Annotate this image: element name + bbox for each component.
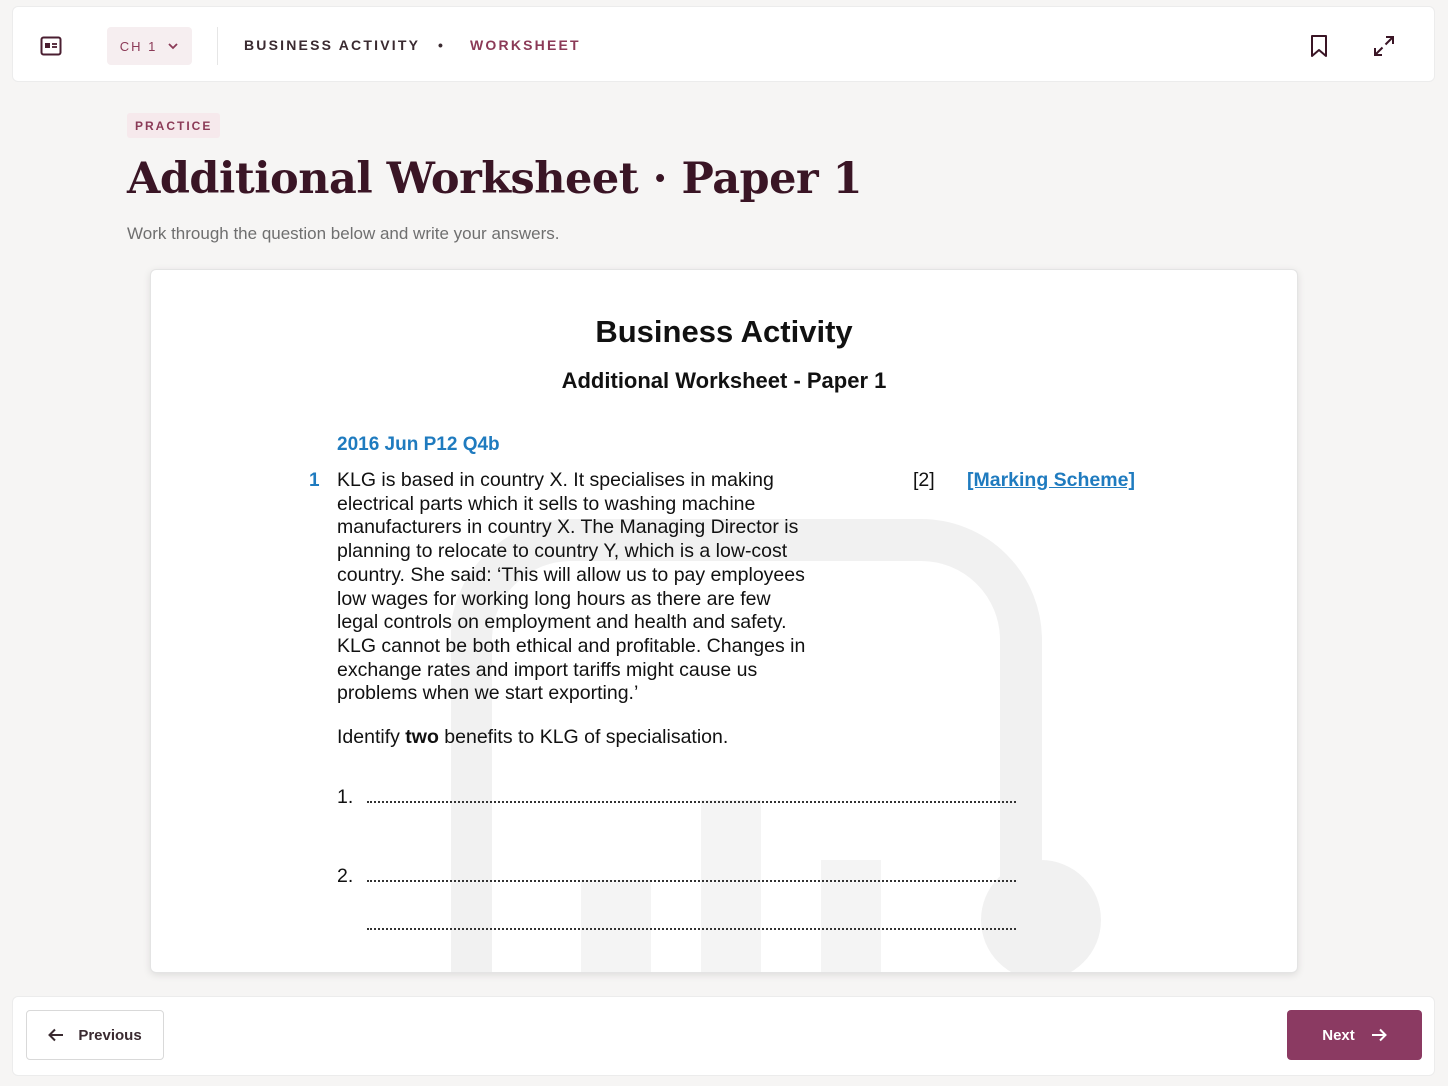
chapter-label: CH 1 [119, 38, 158, 54]
question-text: KLG is based in country X. It specialise… [337, 469, 806, 705]
question-reference: 2016 Jun P12 Q4b [337, 434, 500, 455]
breadcrumb-subject[interactable]: BUSINESS ACTIVITY [244, 37, 420, 53]
arrow-right-icon [1371, 1028, 1387, 1042]
expand-icon [1374, 36, 1394, 56]
bookmark-icon [1311, 35, 1327, 57]
question-prompt: Identify two benefits to KLG of speciali… [337, 726, 728, 749]
bookmark-button[interactable] [1304, 31, 1334, 61]
chapter-select[interactable]: CH 1 [107, 27, 192, 65]
sidebar-icon [40, 36, 62, 56]
page-subtitle: Work through the question below and writ… [127, 224, 560, 243]
sidebar-toggle-button[interactable] [39, 35, 63, 57]
header-divider [217, 27, 218, 65]
breadcrumb-separator: • [438, 37, 446, 53]
next-label: Next [1322, 1026, 1355, 1044]
previous-label: Previous [78, 1026, 142, 1044]
prompt-start: Identify [337, 726, 406, 748]
breadcrumb-current: WORKSHEET [470, 37, 581, 53]
document-subtitle: Additional Worksheet - Paper 1 [561, 368, 887, 393]
previous-button[interactable]: Previous [26, 1010, 164, 1060]
chevron-down-icon [168, 43, 178, 50]
answer-line-2[interactable] [367, 880, 1016, 882]
answer-number-2: 2. [337, 865, 354, 887]
bottom-navigation-bar [12, 996, 1435, 1076]
answer-line-2-continued[interactable] [367, 928, 1016, 930]
arrow-left-icon [48, 1028, 64, 1042]
prompt-emphasis: two [405, 726, 439, 748]
answer-number-1: 1. [337, 786, 354, 808]
marking-scheme-link[interactable]: [Marking Scheme] [967, 469, 1135, 492]
prompt-end: benefits to KLG of specialisation. [438, 726, 729, 748]
top-bar: CH 1 BUSINESS ACTIVITY • WORKSHEET [12, 6, 1435, 82]
answer-line-1[interactable] [367, 801, 1016, 803]
fullscreen-button[interactable] [1369, 31, 1399, 61]
page-title: Additional Worksheet · Paper 1 [127, 154, 863, 204]
question-number: 1 [309, 470, 320, 491]
document-title: Business Activity [595, 314, 853, 349]
question-marks: [2] [913, 469, 935, 491]
next-button[interactable]: Next [1287, 1010, 1422, 1060]
practice-badge: PRACTICE [127, 113, 221, 138]
worksheet-document[interactable]: Business Activity Additional Worksheet -… [150, 269, 1298, 973]
